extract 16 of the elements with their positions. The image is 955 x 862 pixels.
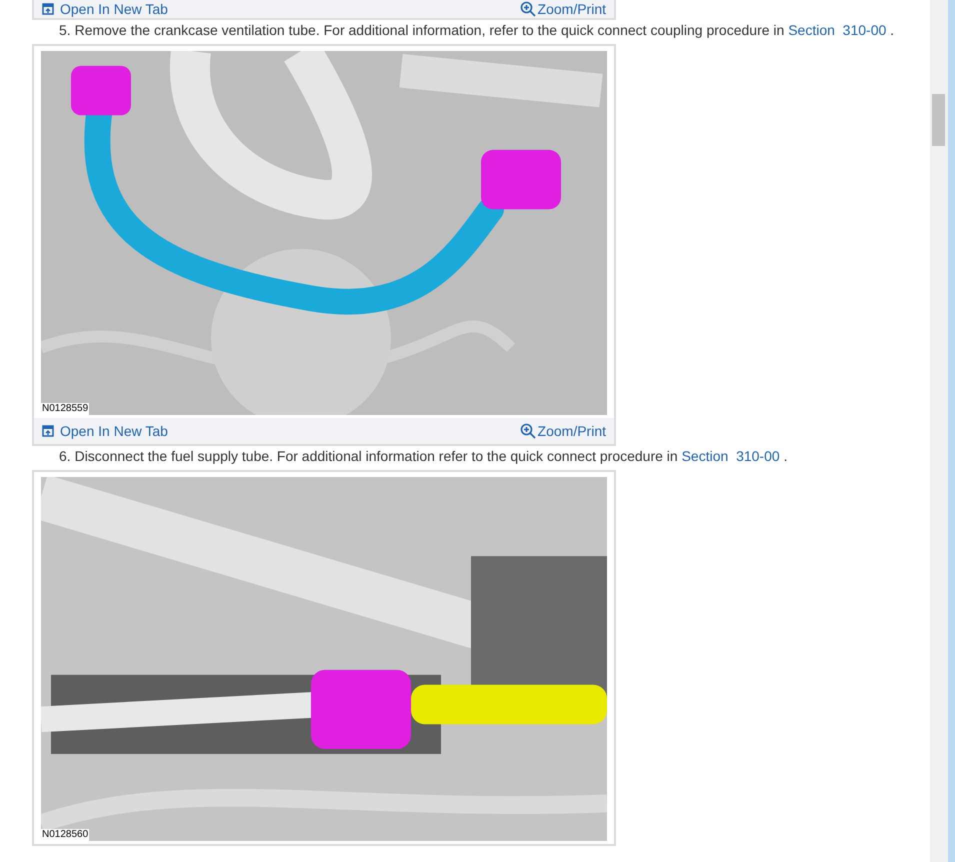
open-in-new-tab-link[interactable]: Open In New Tab [42, 1, 168, 17]
new-tab-icon [42, 425, 54, 437]
zoom-in-icon [520, 1, 536, 17]
figure-id-label: N0128560 [41, 829, 90, 841]
scrollbar[interactable] [930, 0, 948, 862]
step-instruction: 5. Remove the crankcase ventilation tube. For additional information, refer to the quick connect coupling procedure in Section 310-00 . [58, 21, 896, 40]
section-link[interactable]: Section 310-00 [682, 448, 780, 464]
new-tab-icon [42, 3, 54, 15]
zoom-print-link[interactable]: Zoom/Print [520, 420, 606, 442]
open-in-new-tab-link[interactable]: Open In New Tab [42, 420, 168, 442]
step-instruction: 6. Disconnect the fuel supply tube. For additional information refer to the quick connect procedure in Section 310-00 . [58, 447, 788, 466]
figure-id-label: N0128559 [41, 403, 90, 415]
zoom-in-icon [520, 423, 536, 439]
section-link[interactable]: Section 310-00 [788, 22, 886, 38]
zoom-print-link[interactable]: Zoom/Print [520, 1, 606, 17]
scrollbar-thumb[interactable] [932, 94, 945, 146]
